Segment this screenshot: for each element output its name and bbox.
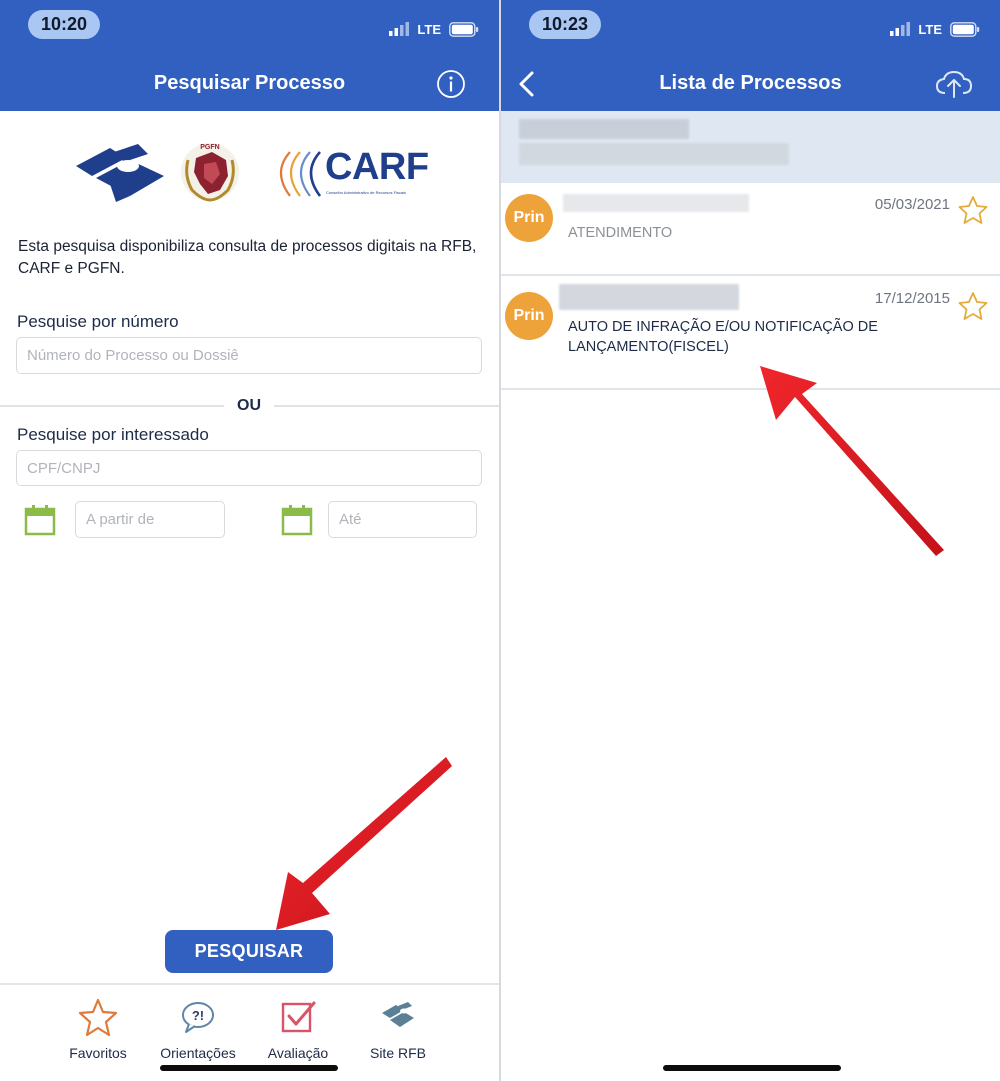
status-icons: LTE <box>890 20 980 38</box>
process-description: ATENDIMENTO <box>568 225 673 241</box>
battery-icon <box>449 21 479 37</box>
star-icon <box>78 998 118 1037</box>
carf-logo <box>279 151 322 197</box>
carf-logo-text: CARF <box>325 146 429 188</box>
signal-icon <box>890 22 911 36</box>
process-description: AUTO DE INFRAÇÃO E/OU NOTIFICAÇÃO DE LAN… <box>568 319 878 355</box>
tab-favoritos-label: Favoritos <box>69 1045 127 1061</box>
process-row[interactable]: Prin 05/03/2021 ATENDIMENTO <box>501 183 1000 276</box>
carf-logo-subtitle: Conselho Administrativo de Recursos Fisc… <box>326 190 407 195</box>
tab-avaliacao-label: Avaliação <box>267 1045 329 1061</box>
rfb-logo-icon <box>382 1002 414 1027</box>
status-time: 10:20 <box>28 10 100 39</box>
calendar-from-icon[interactable] <box>24 504 56 536</box>
or-separator: OU <box>237 397 261 414</box>
network-type: LTE <box>918 21 942 37</box>
taxpayer-banner-redacted <box>501 111 1000 183</box>
date-from-input[interactable]: A partir de <box>75 501 225 538</box>
home-indicator[interactable] <box>663 1065 841 1071</box>
search-button[interactable]: PESQUISAR <box>165 930 333 973</box>
app-header: 10:20 LTE Pesquisar Processo <box>0 0 499 111</box>
tab-avaliacao[interactable]: Avaliação <box>250 997 346 1061</box>
svg-text:PGFN: PGFN <box>200 144 219 151</box>
signal-icon <box>389 22 410 36</box>
process-number-placeholder: Número do Processo ou Dossiê <box>27 347 239 364</box>
home-indicator[interactable] <box>160 1065 338 1071</box>
checkbox-icon <box>281 1001 316 1033</box>
search-by-number-label: Pesquise por número <box>17 312 179 331</box>
redacted-block <box>519 119 689 139</box>
page-title: Pesquisar Processo <box>153 72 346 94</box>
date-to-placeholder: Até <box>339 511 362 528</box>
redacted-process-number <box>559 284 739 310</box>
cpf-cnpj-input[interactable]: CPF/CNPJ <box>16 450 482 486</box>
help-bubble-icon: ?! <box>182 1002 214 1033</box>
tab-favoritos[interactable]: Favoritos <box>50 997 146 1061</box>
date-from-placeholder: A partir de <box>86 511 155 528</box>
process-date: 05/03/2021 <box>874 196 950 213</box>
redacted-block <box>519 143 789 165</box>
status-time: 10:23 <box>529 10 601 39</box>
calendar-to-icon[interactable] <box>281 504 313 536</box>
svg-text:?!: ?! <box>192 1008 204 1023</box>
cpf-cnpj-placeholder: CPF/CNPJ <box>27 459 101 477</box>
search-screen: 10:20 LTE Pesquisar Processo PGFN CARF C… <box>0 0 499 1081</box>
process-badge: Prin <box>505 194 553 242</box>
favorite-star-icon[interactable] <box>958 291 988 321</box>
search-by-party-label: Pesquise por interessado <box>17 425 209 444</box>
process-date: 17/12/2015 <box>874 290 950 307</box>
network-type: LTE <box>417 21 441 37</box>
date-to-input[interactable]: Até <box>328 501 477 538</box>
process-number-input[interactable]: Número do Processo ou Dossiê <box>16 337 482 374</box>
page-title: Lista de Processos <box>659 72 842 94</box>
intro-text: Esta pesquisa disponibiliza consulta de … <box>18 238 477 277</box>
results-screen: 10:23 LTE Lista de Processos Prin 05/03/… <box>501 0 1000 1081</box>
tab-site-rfb-label: Site RFB <box>369 1045 426 1061</box>
cloud-upload-icon <box>935 70 973 98</box>
process-row[interactable]: Prin 17/12/2015 AUTO DE INFRAÇÃO E/OU NO… <box>501 276 1000 390</box>
info-icon <box>437 70 465 98</box>
tab-bar: Favoritos ?! Orientações Avaliação Site … <box>0 983 499 1081</box>
info-button[interactable] <box>435 68 467 100</box>
app-header: 10:23 LTE Lista de Processos <box>501 0 1000 111</box>
tab-site-rfb[interactable]: Site RFB <box>350 997 446 1061</box>
pgfn-seal: PGFN <box>181 143 239 202</box>
tab-orientacoes-label: Orientações <box>160 1045 236 1061</box>
favorite-star-icon[interactable] <box>958 195 988 225</box>
upload-button[interactable] <box>934 68 974 100</box>
or-divider-left <box>0 405 224 407</box>
empty-list-area <box>501 390 1000 1081</box>
process-badge: Prin <box>505 292 553 340</box>
or-divider-right <box>274 405 499 407</box>
battery-icon <box>950 21 980 37</box>
status-icons: LTE <box>389 20 479 38</box>
tab-orientacoes[interactable]: ?! Orientações <box>150 997 246 1061</box>
agency-logos: PGFN CARF Conselho Administrativo de Rec… <box>70 140 430 204</box>
redacted-process-number <box>563 194 749 212</box>
